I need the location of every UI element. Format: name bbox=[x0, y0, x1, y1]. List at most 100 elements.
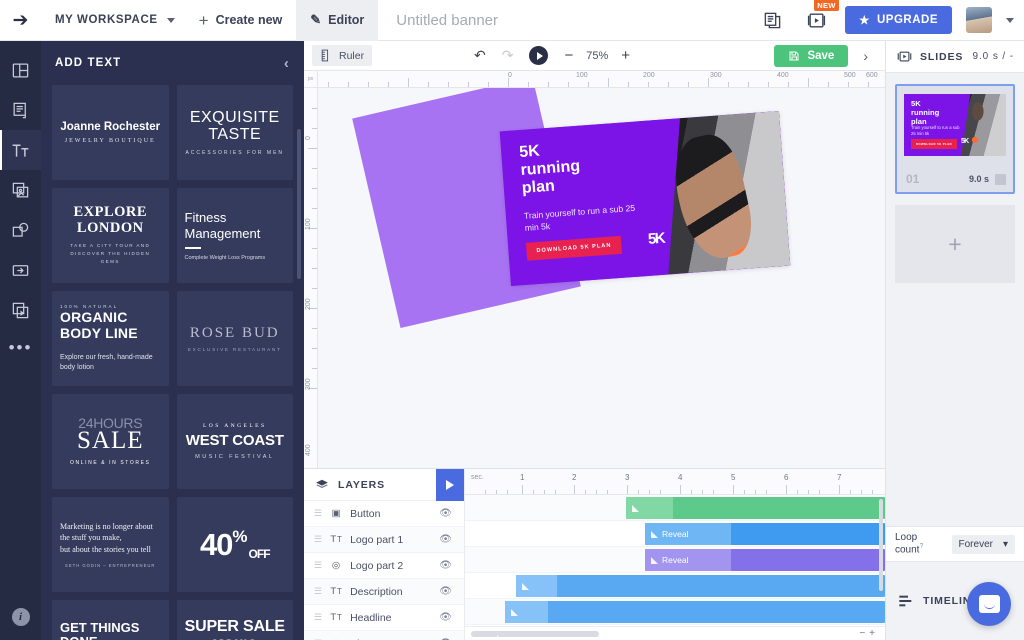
template-line-2: JEWELRY BOUTIQUE bbox=[65, 138, 156, 144]
banner-design[interactable]: 5K running plan Train yourself to run a … bbox=[500, 111, 791, 286]
panel-scrollbar[interactable] bbox=[297, 129, 301, 279]
template-top-line: LOS ANGELES bbox=[203, 423, 267, 429]
drag-handle-icon[interactable]: ☰ bbox=[314, 509, 322, 518]
eye-icon[interactable]: 👁 bbox=[439, 612, 452, 623]
layer-row[interactable]: ☰ T T Headline 👁 bbox=[304, 605, 464, 631]
loop-count-select[interactable]: Forever ▾ bbox=[952, 535, 1015, 554]
text-template-forty-off[interactable]: 40 % OFF bbox=[177, 497, 294, 592]
timeline-ruler[interactable]: sec. 1 2 3 4 5 6 7 bbox=[465, 469, 885, 495]
tool-rail: ••• i bbox=[0, 41, 41, 640]
timeline-horizontal-scrollbar[interactable] bbox=[471, 631, 599, 637]
timeline-zoom-out-button[interactable]: − bbox=[859, 628, 869, 639]
chevron-down-icon bbox=[167, 18, 175, 23]
eye-icon[interactable]: 👁 bbox=[439, 586, 452, 597]
rail-item-text[interactable] bbox=[0, 130, 41, 170]
horizontal-ruler[interactable]: 0 100 200 300 400 500 600 bbox=[318, 71, 885, 88]
text-template-get-things-done[interactable]: GET THINGS DONE Work remotely. Make your… bbox=[52, 600, 169, 640]
text-template-marketing-quote[interactable]: Marketing is no longer about the stuff y… bbox=[52, 497, 169, 592]
timeline[interactable]: sec. 1 2 3 4 5 6 7 bbox=[465, 469, 885, 640]
canvas[interactable]: 5K running plan Train yourself to run a … bbox=[318, 88, 885, 468]
support-chat-button[interactable] bbox=[967, 582, 1011, 626]
star-icon: ★ bbox=[859, 13, 870, 27]
drag-handle-icon[interactable]: ☰ bbox=[314, 587, 322, 596]
timeline-row[interactable]: Reveal bbox=[465, 547, 885, 573]
layer-row[interactable]: ☰ ▣ Button 👁 bbox=[304, 501, 464, 527]
slide-duplicate-icon[interactable] bbox=[995, 174, 1006, 185]
rail-more-button[interactable]: ••• bbox=[9, 338, 33, 358]
avatar[interactable] bbox=[966, 7, 992, 33]
text-template-rose-bud[interactable]: ROSE BUD EXCLUSIVE RESTAURANT bbox=[177, 291, 294, 386]
timeline-bar-logo-part-2[interactable]: Reveal bbox=[645, 549, 885, 571]
create-new-button[interactable]: + Create new bbox=[185, 0, 297, 41]
vertical-ruler[interactable]: 0 100 200 300 400 bbox=[304, 88, 318, 468]
timeline-tick-label: 6 bbox=[784, 473, 788, 482]
workspace-selector[interactable]: MY WORKSPACE bbox=[41, 0, 185, 41]
eye-icon[interactable]: 👁 bbox=[439, 534, 452, 545]
timeline-row[interactable] bbox=[465, 495, 885, 521]
layer-row[interactable]: ☰ ◎ Logo part 2 👁 bbox=[304, 553, 464, 579]
timeline-row[interactable]: Reveal bbox=[465, 521, 885, 547]
undo-button[interactable]: ↶ bbox=[474, 47, 486, 64]
text-template-24hours-sale[interactable]: 24HOURS SALE ONLINE & IN STORES bbox=[52, 394, 169, 489]
video-button[interactable]: NEW bbox=[801, 5, 831, 35]
timeline-zoom-in-button[interactable]: + bbox=[869, 628, 879, 639]
rail-item-export[interactable] bbox=[0, 250, 41, 290]
eye-icon[interactable]: 👁 bbox=[439, 508, 452, 519]
template-line-1: ORGANIC BODY LINE bbox=[60, 309, 161, 343]
preview-play-button[interactable] bbox=[529, 46, 548, 65]
timeline-zoom-controls[interactable]: −+ bbox=[859, 628, 879, 639]
loop-count-label: Loop count? bbox=[895, 532, 945, 555]
drag-handle-icon[interactable]: ☰ bbox=[314, 561, 322, 570]
timeline-bar-headline[interactable] bbox=[505, 601, 885, 623]
text-template-fitness-management[interactable]: Fitness Management Complete Weight Loss … bbox=[177, 188, 294, 283]
eye-icon[interactable]: 👁 bbox=[439, 560, 452, 571]
rail-item-shapes[interactable] bbox=[0, 210, 41, 250]
layer-row[interactable]: ☰ T T Logo part 1 👁 bbox=[304, 527, 464, 553]
editor-tab[interactable]: ✎ Editor bbox=[296, 0, 378, 41]
text-template-organic-body-line[interactable]: 100% NATURAL ORGANIC BODY LINE Explore o… bbox=[52, 291, 169, 386]
rail-item-pages[interactable] bbox=[0, 90, 41, 130]
toolbar-next-button[interactable]: › bbox=[854, 48, 877, 64]
layer-row[interactable]: ☰ ◎ Shape 👁 bbox=[304, 631, 464, 640]
zoom-in-button[interactable]: + bbox=[621, 47, 630, 64]
save-button[interactable]: Save bbox=[774, 45, 848, 67]
text-template-west-coast[interactable]: LOS ANGELES WEST COAST MUSIC FESTIVAL bbox=[177, 394, 294, 489]
app-logo[interactable]: ➔ bbox=[0, 0, 41, 41]
slide-thumbnail[interactable]: 5K running plan Train yourself to run a … bbox=[895, 84, 1015, 194]
rail-item-templates[interactable] bbox=[0, 50, 41, 90]
text-template-explore-london[interactable]: EXPLORE LONDON TAKE A CITY TOUR AND DISC… bbox=[52, 188, 169, 283]
timeline-bar-logo-part-1[interactable]: Reveal bbox=[645, 523, 885, 545]
layer-row[interactable]: ☰ T T Description 👁 bbox=[304, 579, 464, 605]
rail-item-images[interactable] bbox=[0, 170, 41, 210]
zoom-level: 75% bbox=[586, 50, 608, 62]
panel-collapse-icon[interactable]: ‹ bbox=[284, 55, 290, 72]
drag-handle-icon[interactable]: ☰ bbox=[314, 535, 322, 544]
rail-item-slides[interactable] bbox=[0, 290, 41, 330]
layer-label: Logo part 1 bbox=[350, 534, 403, 546]
timeline-bar-button[interactable] bbox=[626, 497, 885, 519]
upgrade-button[interactable]: ★ UPGRADE bbox=[845, 6, 952, 34]
document-title-input[interactable] bbox=[396, 12, 636, 29]
timeline-vertical-scrollbar[interactable] bbox=[879, 499, 883, 591]
add-slide-button[interactable]: + bbox=[895, 205, 1015, 283]
ruler-toggle[interactable]: Ruler bbox=[312, 45, 372, 66]
info-icon[interactable]: i bbox=[12, 608, 30, 626]
drag-handle-icon[interactable]: ☰ bbox=[314, 613, 322, 622]
notes-button[interactable] bbox=[757, 5, 787, 35]
templates-icon bbox=[11, 61, 30, 80]
redo-button[interactable]: ↷ bbox=[502, 47, 514, 64]
timeline-bar-description[interactable] bbox=[516, 575, 885, 597]
timeline-row[interactable] bbox=[465, 599, 885, 625]
text-template-exquisite-taste[interactable]: EXQUISITE TASTE ACCESSORIES FOR MEN bbox=[177, 85, 294, 180]
banner-headline[interactable]: 5K running plan bbox=[519, 140, 582, 198]
banner-logo[interactable]: 5K bbox=[647, 230, 664, 248]
template-line-2: Complete Weight Loss Programs bbox=[185, 255, 266, 261]
account-chevron-down-icon[interactable] bbox=[1006, 18, 1014, 23]
timeline-play-button[interactable] bbox=[436, 469, 464, 501]
text-template-super-sale[interactable]: SUPER SALE SPRING EDITION OVER 500 FASHI… bbox=[177, 600, 294, 640]
zoom-out-button[interactable]: − bbox=[564, 47, 573, 64]
timeline-bar-label: Reveal bbox=[662, 529, 688, 539]
help-icon[interactable]: ? bbox=[919, 543, 923, 550]
text-template-joanne-rochester[interactable]: Joanne Rochester JEWELRY BOUTIQUE bbox=[52, 85, 169, 180]
timeline-row[interactable] bbox=[465, 573, 885, 599]
